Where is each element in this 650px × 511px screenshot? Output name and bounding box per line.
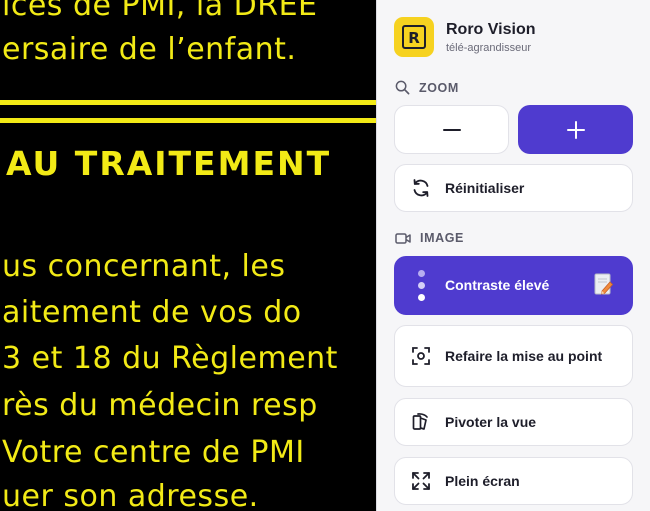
focus-icon xyxy=(410,345,432,367)
fullscreen-button[interactable]: Plein écran xyxy=(394,457,633,505)
zoom-section-title: ZOOM xyxy=(395,80,459,95)
fullscreen-icon xyxy=(410,470,432,492)
document-line: ices de PMI, la DREE xyxy=(2,0,318,23)
plus-icon xyxy=(566,120,585,139)
svg-text:R: R xyxy=(408,29,420,47)
app-subtitle: télé-agrandisseur xyxy=(446,41,531,54)
app-logo-icon: R xyxy=(394,17,434,57)
document-line: Votre centre de PMI xyxy=(2,435,305,470)
image-section-title: IMAGE xyxy=(395,231,464,245)
high-contrast-label: Contraste élevé xyxy=(445,277,550,293)
refocus-label: Refaire la mise au point xyxy=(445,347,603,364)
control-panel: R Roro Vision télé-agrandisseur ZOOM Réi… xyxy=(376,0,650,511)
document-line: us concernant, les xyxy=(2,249,286,284)
document-line: rès du médecin resp xyxy=(2,388,318,423)
search-icon xyxy=(395,80,410,95)
document-line: uer son adresse. xyxy=(2,479,259,511)
video-camera-icon xyxy=(395,232,411,244)
zoom-out-button[interactable] xyxy=(394,105,509,154)
document-heading: AU TRAITEMENT xyxy=(6,144,332,183)
refocus-button[interactable]: Refaire la mise au point xyxy=(394,325,633,387)
high-contrast-toggle[interactable]: Contraste élevé xyxy=(394,256,633,315)
document-rule xyxy=(0,118,376,123)
document-line: aitement de vos do xyxy=(2,295,302,330)
zoom-in-button[interactable] xyxy=(518,105,633,154)
rotate-view-icon xyxy=(410,411,432,433)
document-rule xyxy=(0,100,376,105)
rotate-view-label: Pivoter la vue xyxy=(445,413,537,430)
edit-icon xyxy=(594,273,614,302)
dots-contrast-icon xyxy=(410,268,432,304)
magnifier-viewport[interactable]: ices de PMI, la DREE ersaire de l’enfant… xyxy=(0,0,376,511)
rotate-view-button[interactable]: Pivoter la vue xyxy=(394,398,633,446)
document-line: 3 et 18 du Règlement xyxy=(2,341,338,376)
refresh-icon xyxy=(410,177,432,199)
app-name: Roro Vision xyxy=(446,20,536,38)
fullscreen-label: Plein écran xyxy=(445,472,520,489)
minus-icon xyxy=(442,128,461,131)
app-header: R Roro Vision télé-agrandisseur xyxy=(394,17,536,57)
document-line: ersaire de l’enfant. xyxy=(2,32,297,67)
reset-button[interactable]: Réinitialiser xyxy=(394,164,633,212)
reset-label: Réinitialiser xyxy=(445,179,525,196)
